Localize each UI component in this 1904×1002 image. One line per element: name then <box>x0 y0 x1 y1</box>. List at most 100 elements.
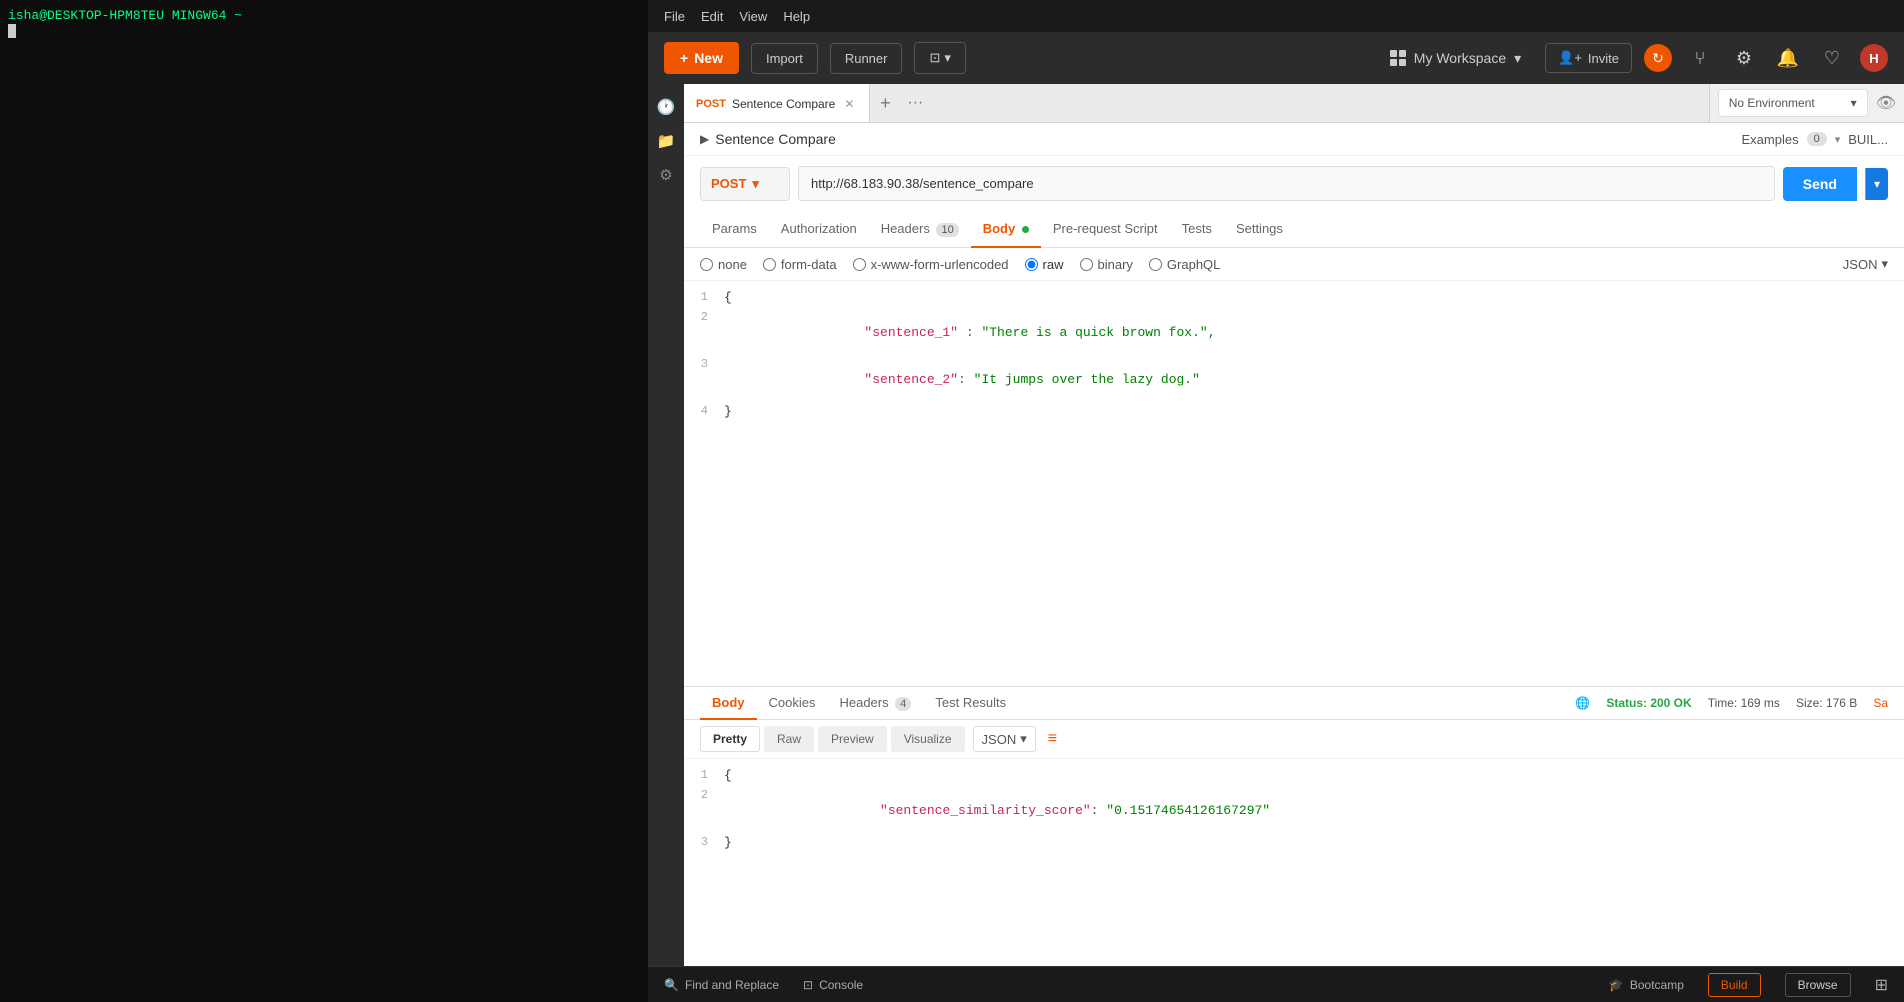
request-title: Sentence Compare <box>715 131 836 147</box>
code-line-4: 4 } <box>684 403 1904 423</box>
radio-graphql[interactable] <box>1149 258 1162 271</box>
resp-tab-test-results[interactable]: Test Results <box>923 687 1018 720</box>
radio-urlencoded[interactable] <box>853 258 866 271</box>
menu-help[interactable]: Help <box>783 9 810 24</box>
tab-sentence-compare[interactable]: POST Sentence Compare ✕ <box>684 84 870 122</box>
resp-line-3: 3 } <box>684 834 1904 854</box>
menu-edit[interactable]: Edit <box>701 9 723 24</box>
capture-button[interactable]: ⊡ ▾ <box>914 42 965 74</box>
tab-add-button[interactable]: + <box>870 84 900 122</box>
workspace-selector[interactable]: My Workspace ▾ <box>1378 44 1533 73</box>
runner-button[interactable]: Runner <box>830 43 903 74</box>
tab-tests[interactable]: Tests <box>1170 211 1224 248</box>
sync-icon[interactable]: ↻ <box>1644 44 1672 72</box>
request-body-editor[interactable]: 1 { 2 "sentence_1" : "There is a quick b… <box>684 281 1904 686</box>
format-pretty[interactable]: Pretty <box>700 726 760 752</box>
bootcamp-button[interactable]: 🎓 Bootcamp <box>1609 978 1684 992</box>
json-type-label: JSON <box>1843 257 1878 272</box>
env-chevron: ▾ <box>1851 96 1857 110</box>
invite-button[interactable]: 👤+ Invite <box>1545 43 1632 73</box>
option-form-data[interactable]: form-data <box>763 257 837 272</box>
terminal-output: isha@DESKTOP-HPM8TEU MINGW64 ~ <box>8 8 640 23</box>
menu-bar: File Edit View Help <box>648 0 1904 32</box>
tab-method: POST <box>696 98 726 110</box>
globe-icon: 🌐 <box>1575 696 1590 710</box>
terminal-cursor <box>8 24 16 38</box>
notification-icon[interactable]: 🔔 <box>1772 42 1804 74</box>
console-button[interactable]: ⊡ Console <box>803 978 863 992</box>
option-binary[interactable]: binary <box>1080 257 1133 272</box>
headers-badge: 10 <box>936 223 958 237</box>
resp-tab-body[interactable]: Body <box>700 687 757 720</box>
response-tabs-row: Body Cookies Headers 4 Test Results 🌐 St… <box>684 687 1904 720</box>
request-tabs: Params Authorization Headers 10 Body Pre… <box>684 211 1904 248</box>
resp-json-selector[interactable]: JSON ▾ <box>973 726 1036 752</box>
env-selector-label: No Environment <box>1729 96 1815 110</box>
tab-body[interactable]: Body <box>971 211 1041 248</box>
option-none[interactable]: none <box>700 257 747 272</box>
code-line-1: 1 { <box>684 289 1904 309</box>
tab-params[interactable]: Params <box>700 211 769 248</box>
env-more-icon[interactable]: 👁 <box>1876 93 1896 113</box>
find-replace-button[interactable]: 🔍 Find and Replace <box>664 978 779 992</box>
option-raw[interactable]: raw <box>1025 257 1064 272</box>
examples-link[interactable]: Examples <box>1742 132 1799 147</box>
radio-none[interactable] <box>700 258 713 271</box>
save-response-link[interactable]: Sa <box>1873 696 1888 710</box>
tab-prerequest[interactable]: Pre-request Script <box>1041 211 1170 248</box>
menu-view[interactable]: View <box>739 9 767 24</box>
api-icon[interactable]: ⚙ <box>651 160 681 190</box>
format-raw[interactable]: Raw <box>764 726 814 752</box>
json-type-selector[interactable]: JSON ▾ <box>1843 256 1888 272</box>
bootcamp-icon: 🎓 <box>1609 978 1624 992</box>
tab-settings[interactable]: Settings <box>1224 211 1295 248</box>
option-urlencoded[interactable]: x-www-form-urlencoded <box>853 257 1009 272</box>
user-plus-icon: 👤+ <box>1558 50 1582 66</box>
tab-close-icon[interactable]: ✕ <box>841 96 857 112</box>
resp-tab-headers[interactable]: Headers 4 <box>827 687 923 720</box>
heart-icon[interactable]: ♡ <box>1816 42 1848 74</box>
fork-icon[interactable]: ⑂ <box>1684 42 1716 74</box>
browse-button[interactable]: Browse <box>1785 973 1851 997</box>
send-button[interactable]: Send <box>1783 167 1857 201</box>
option-graphql[interactable]: GraphQL <box>1149 257 1220 272</box>
response-area: Body Cookies Headers 4 Test Results 🌐 St… <box>684 686 1904 966</box>
find-replace-label: Find and Replace <box>685 978 779 992</box>
build-button[interactable]: Build <box>1708 973 1761 997</box>
sidebar-icons: 🕐 📁 ⚙ <box>648 84 684 966</box>
avatar[interactable]: H <box>1860 44 1888 72</box>
workspace-chevron: ▾ <box>1514 50 1521 67</box>
tab-authorization[interactable]: Authorization <box>769 211 869 248</box>
code-line-2: 2 "sentence_1" : "There is a quick brown… <box>684 309 1904 356</box>
bottom-bar: 🔍 Find and Replace ⊡ Console 🎓 Bootcamp … <box>648 966 1904 1002</box>
menu-file[interactable]: File <box>664 9 685 24</box>
radio-form-data[interactable] <box>763 258 776 271</box>
collapse-arrow-icon[interactable]: ▶ <box>700 132 709 146</box>
examples-chevron: ▾ <box>1835 133 1841 146</box>
settings-icon[interactable]: ⚙ <box>1728 42 1760 74</box>
radio-raw[interactable] <box>1025 258 1038 271</box>
new-button[interactable]: + New <box>664 42 739 74</box>
tab-more-button[interactable]: ··· <box>900 84 930 122</box>
url-input[interactable] <box>798 166 1775 201</box>
radio-binary[interactable] <box>1080 258 1093 271</box>
request-header-row: ▶ Sentence Compare Examples 0 ▾ BUIL... <box>684 123 1904 156</box>
layout-icon[interactable]: ⊞ <box>1875 975 1888 995</box>
url-row: POST ▾ Send ▾ <box>684 156 1904 211</box>
send-dropdown[interactable]: ▾ <box>1865 168 1888 200</box>
response-body-viewer: 1 { 2 "sentence_similarity_score": "0.15… <box>684 759 1904 966</box>
import-button[interactable]: Import <box>751 43 818 74</box>
collection-icon[interactable]: 📁 <box>651 126 681 156</box>
resp-tab-cookies[interactable]: Cookies <box>757 687 828 720</box>
format-visualize[interactable]: Visualize <box>891 726 965 752</box>
method-selector[interactable]: POST ▾ <box>700 167 790 201</box>
format-preview[interactable]: Preview <box>818 726 887 752</box>
env-selector[interactable]: No Environment ▾ <box>1718 89 1868 117</box>
json-chevron-icon: ▾ <box>1881 256 1888 272</box>
tab-headers[interactable]: Headers 10 <box>869 211 971 248</box>
history-icon[interactable]: 🕐 <box>651 92 681 122</box>
resp-headers-badge: 4 <box>895 697 911 711</box>
terminal-cursor-line <box>8 23 640 38</box>
word-wrap-icon[interactable]: ≡ <box>1048 730 1057 748</box>
build-link[interactable]: BUIL... <box>1848 132 1888 147</box>
